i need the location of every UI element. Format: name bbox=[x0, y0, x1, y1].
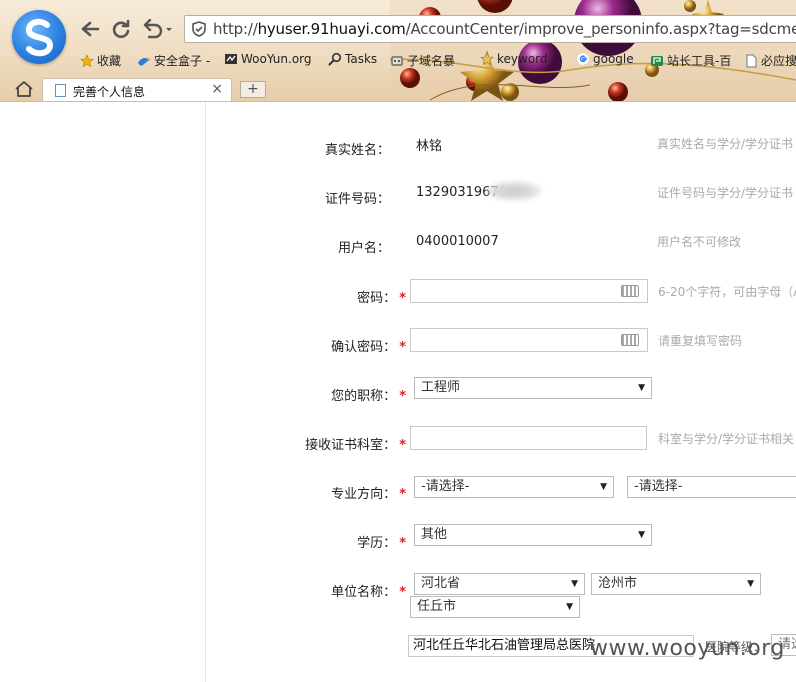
undo-close-tab-icon[interactable] bbox=[140, 17, 176, 41]
address-bar[interactable]: http://hyuser.91huayi.com/AccountCenter/… bbox=[184, 15, 796, 43]
username-value: 0400010007 bbox=[416, 234, 499, 249]
new-tab-button[interactable]: + bbox=[240, 81, 266, 98]
dropdown-arrow-icon: ▼ bbox=[638, 530, 645, 540]
close-icon[interactable]: × bbox=[211, 81, 223, 97]
city-select[interactable]: 沧州市 ▼ bbox=[591, 573, 761, 595]
magnifier-icon bbox=[328, 52, 342, 66]
keyboard-icon[interactable] bbox=[621, 285, 639, 297]
star-icon bbox=[480, 52, 494, 66]
home-icon[interactable] bbox=[14, 80, 34, 98]
district-selected: 任丘市 bbox=[417, 599, 457, 614]
cert-department-hint: 科室与学分/学分证书相关 bbox=[658, 432, 795, 446]
keyboard-icon[interactable] bbox=[621, 334, 639, 346]
refresh-icon[interactable] bbox=[109, 17, 133, 41]
tab-title: 完善个人信息 bbox=[73, 85, 146, 99]
dropdown-arrow-icon: ▼ bbox=[571, 579, 578, 589]
username-hint: 用户名不可修改 bbox=[657, 235, 742, 249]
education-select[interactable]: 其他 ▼ bbox=[414, 524, 652, 546]
browser-chrome: http://hyuser.91huayi.com/AccountCenter/… bbox=[0, 0, 796, 101]
star-icon bbox=[80, 53, 94, 68]
required-star: * bbox=[399, 585, 406, 600]
bookmark-item[interactable]: google bbox=[576, 52, 634, 66]
real-name-hint: 真实姓名与学分/学分证书 bbox=[657, 137, 794, 151]
required-star: * bbox=[399, 487, 406, 502]
unit-label: 单位名称： * bbox=[331, 585, 406, 600]
back-arrow-icon[interactable] bbox=[78, 17, 102, 41]
tool-icon bbox=[650, 54, 664, 68]
left-blank-pane bbox=[0, 102, 206, 682]
password-hint: 6-20个字符，可由字母（A bbox=[658, 285, 796, 299]
id-number-hint: 证件号码与学分/学分证书 bbox=[657, 186, 794, 200]
education-selected: 其他 bbox=[421, 527, 448, 542]
real-name-label: 真实姓名： bbox=[324, 143, 390, 158]
bookmark-item[interactable]: 收藏 bbox=[80, 52, 121, 69]
specialty-secondary-selected: -请选择- bbox=[634, 479, 683, 494]
robot-icon bbox=[390, 54, 404, 68]
confirm-password-hint: 请重复填写密码 bbox=[658, 334, 743, 348]
password-label: 密码： * bbox=[357, 291, 406, 306]
bookmarks-bar: 收藏 安全盒子 - WooYun.org Tasks 子域名暴 keyword … bbox=[0, 50, 796, 72]
page-icon bbox=[744, 54, 758, 68]
required-star: * bbox=[399, 438, 406, 453]
tab-strip: 完善个人信息 × + bbox=[0, 78, 796, 101]
redacted-blur bbox=[486, 181, 542, 201]
job-title-select[interactable]: 工程师 ▼ bbox=[414, 377, 652, 399]
required-star: * bbox=[399, 536, 406, 551]
confirm-password-input[interactable] bbox=[410, 328, 648, 352]
cert-department-input[interactable] bbox=[410, 426, 647, 450]
bookmark-item[interactable]: keyword bbox=[480, 52, 548, 66]
id-number-label: 证件号码： bbox=[324, 192, 390, 207]
password-input[interactable] bbox=[410, 279, 648, 303]
dropdown-arrow-icon: ▼ bbox=[566, 602, 573, 612]
shield-icon bbox=[192, 21, 206, 37]
dropdown-arrow-icon: ▼ bbox=[638, 383, 645, 393]
page-icon bbox=[55, 84, 66, 97]
address-url: http://hyuser.91huayi.com/AccountCenter/… bbox=[213, 20, 796, 38]
required-star: * bbox=[399, 389, 406, 404]
dropdown-arrow-icon: ▼ bbox=[747, 579, 754, 589]
tab-improve-personal-info[interactable]: 完善个人信息 × bbox=[42, 78, 232, 101]
bookmark-item[interactable]: 站长工具-百 bbox=[650, 52, 731, 69]
district-select[interactable]: 任丘市 ▼ bbox=[410, 596, 580, 618]
cert-department-label: 接收证书科室： * bbox=[305, 438, 406, 453]
specialty-primary-selected: -请选择- bbox=[421, 479, 470, 494]
confirm-password-label: 确认密码： * bbox=[331, 340, 406, 355]
bookmark-item[interactable]: WooYun.org bbox=[224, 52, 312, 66]
watermark: www.wooyun.org bbox=[590, 636, 785, 661]
education-label: 学历： * bbox=[357, 536, 406, 551]
unit-name-value: 河北任丘华北石油管理局总医院 bbox=[413, 638, 596, 653]
bird-icon bbox=[137, 54, 151, 68]
bookmark-item[interactable]: Tasks bbox=[328, 52, 377, 66]
job-title-label: 您的职称： * bbox=[331, 389, 406, 404]
province-select[interactable]: 河北省 ▼ bbox=[414, 573, 585, 595]
wooyun-icon bbox=[224, 52, 238, 66]
province-selected: 河北省 bbox=[421, 576, 461, 591]
dropdown-arrow-icon: ▼ bbox=[600, 482, 607, 492]
username-label: 用户名： bbox=[337, 241, 390, 256]
real-name-value: 林铭 bbox=[416, 139, 443, 154]
required-star: * bbox=[399, 291, 406, 306]
specialty-select-secondary[interactable]: -请选择- bbox=[627, 476, 796, 498]
bookmark-item[interactable]: 安全盒子 - bbox=[137, 52, 210, 69]
bookmark-item[interactable]: 必应搜 bbox=[744, 52, 796, 69]
bookmark-item[interactable]: 子域名暴 bbox=[390, 52, 455, 69]
google-icon bbox=[576, 52, 590, 66]
required-star: * bbox=[399, 340, 406, 355]
specialty-select-primary[interactable]: -请选择- ▼ bbox=[414, 476, 614, 498]
city-selected: 沧州市 bbox=[598, 576, 638, 591]
job-title-selected: 工程师 bbox=[421, 380, 461, 395]
specialty-label: 专业方向： * bbox=[331, 487, 406, 502]
